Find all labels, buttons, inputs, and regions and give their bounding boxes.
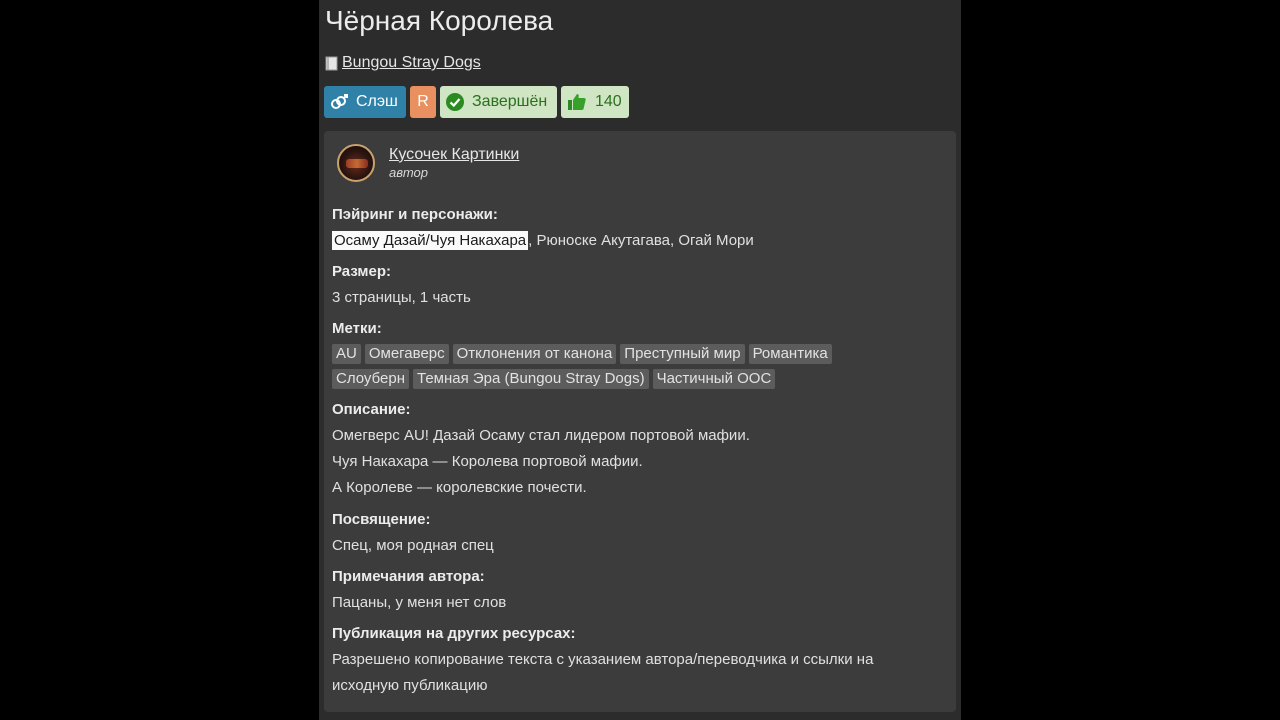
- male-male-icon: [331, 94, 348, 109]
- publication-line: Разрешено копирование текста с указанием…: [332, 651, 874, 668]
- author-role: автор: [389, 164, 429, 180]
- author-block: Кусочек Картинки автор: [337, 144, 519, 182]
- status-label: Завершён: [472, 93, 548, 110]
- pairing-label: Пэйринг и персонажи:: [332, 206, 498, 223]
- tag[interactable]: AU: [332, 344, 361, 364]
- badges-row: Слэш R Завершён 140: [324, 86, 629, 118]
- description-text: Омегверс AU! Дазай Осаму стал лидером по…: [332, 423, 750, 501]
- avatar[interactable]: [337, 144, 375, 182]
- tag[interactable]: Отклонения от канона: [452, 344, 617, 364]
- likes-count: 140: [595, 93, 622, 110]
- tags-row-2: Слоуберн Темная Эра (Bungou Stray Dogs) …: [332, 369, 776, 389]
- book-icon: [325, 56, 338, 70]
- tags-label: Метки:: [332, 320, 382, 337]
- rating-badge[interactable]: R: [410, 86, 436, 118]
- description-line: Омегверс AU! Дазай Осаму стал лидером по…: [332, 427, 750, 444]
- tag[interactable]: Омегаверс: [364, 344, 449, 364]
- pairing-rest: , Рюноске Акутагава, Огай Мори: [528, 232, 754, 249]
- description-line: А Королеве — королевские почести.: [332, 479, 587, 496]
- dedication-label: Посвящение:: [332, 511, 431, 528]
- rating-label: R: [417, 93, 429, 110]
- size-label: Размер:: [332, 263, 392, 280]
- fandom-link[interactable]: Bungou Stray Dogs: [342, 54, 481, 72]
- page-title: Чёрная Королева: [325, 5, 554, 36]
- description-label: Описание:: [332, 401, 411, 418]
- likes-badge[interactable]: 140: [561, 86, 629, 118]
- publication-text: Разрешено копирование текста с указанием…: [332, 647, 873, 699]
- tag[interactable]: Темная Эра (Bungou Stray Dogs): [413, 369, 649, 389]
- publication-line: исходную публикацию: [332, 677, 488, 694]
- fandom-row: Bungou Stray Dogs: [325, 53, 481, 73]
- status-badge[interactable]: Завершён: [440, 86, 557, 118]
- publication-label: Публикация на других ресурсах:: [332, 625, 576, 642]
- notes-value: Пацаны, у меня нет слов: [332, 594, 507, 611]
- tags-row-1: AU Омегаверс Отклонения от канона Престу…: [332, 344, 832, 364]
- tag[interactable]: Частичный ООС: [652, 369, 776, 389]
- pairing-highlight[interactable]: Осаму Дазай/Чуя Накахара: [332, 231, 529, 250]
- pairing-value: Осаму Дазай/Чуя Накахара, Рюноске Акутаг…: [332, 231, 754, 250]
- author-link[interactable]: Кусочек Картинки: [389, 146, 519, 164]
- notes-label: Примечания автора:: [332, 568, 485, 585]
- info-card: Кусочек Картинки автор Пэйринг и персона…: [324, 131, 956, 712]
- tag[interactable]: Романтика: [748, 344, 832, 364]
- check-circle-icon: [446, 93, 464, 111]
- dedication-value: Спец, моя родная спец: [332, 537, 494, 554]
- direction-badge[interactable]: Слэш: [324, 86, 406, 118]
- direction-label: Слэш: [356, 93, 398, 110]
- size-value: 3 страницы, 1 часть: [332, 289, 471, 306]
- tag[interactable]: Слоуберн: [332, 369, 409, 389]
- description-line: Чуя Накахара — Королева портовой мафии.: [332, 453, 643, 470]
- thumbs-up-icon: [568, 94, 586, 110]
- tag[interactable]: Преступный мир: [620, 344, 745, 364]
- main-column: Чёрная Королева Bungou Stray Dogs Слэш R…: [319, 0, 961, 720]
